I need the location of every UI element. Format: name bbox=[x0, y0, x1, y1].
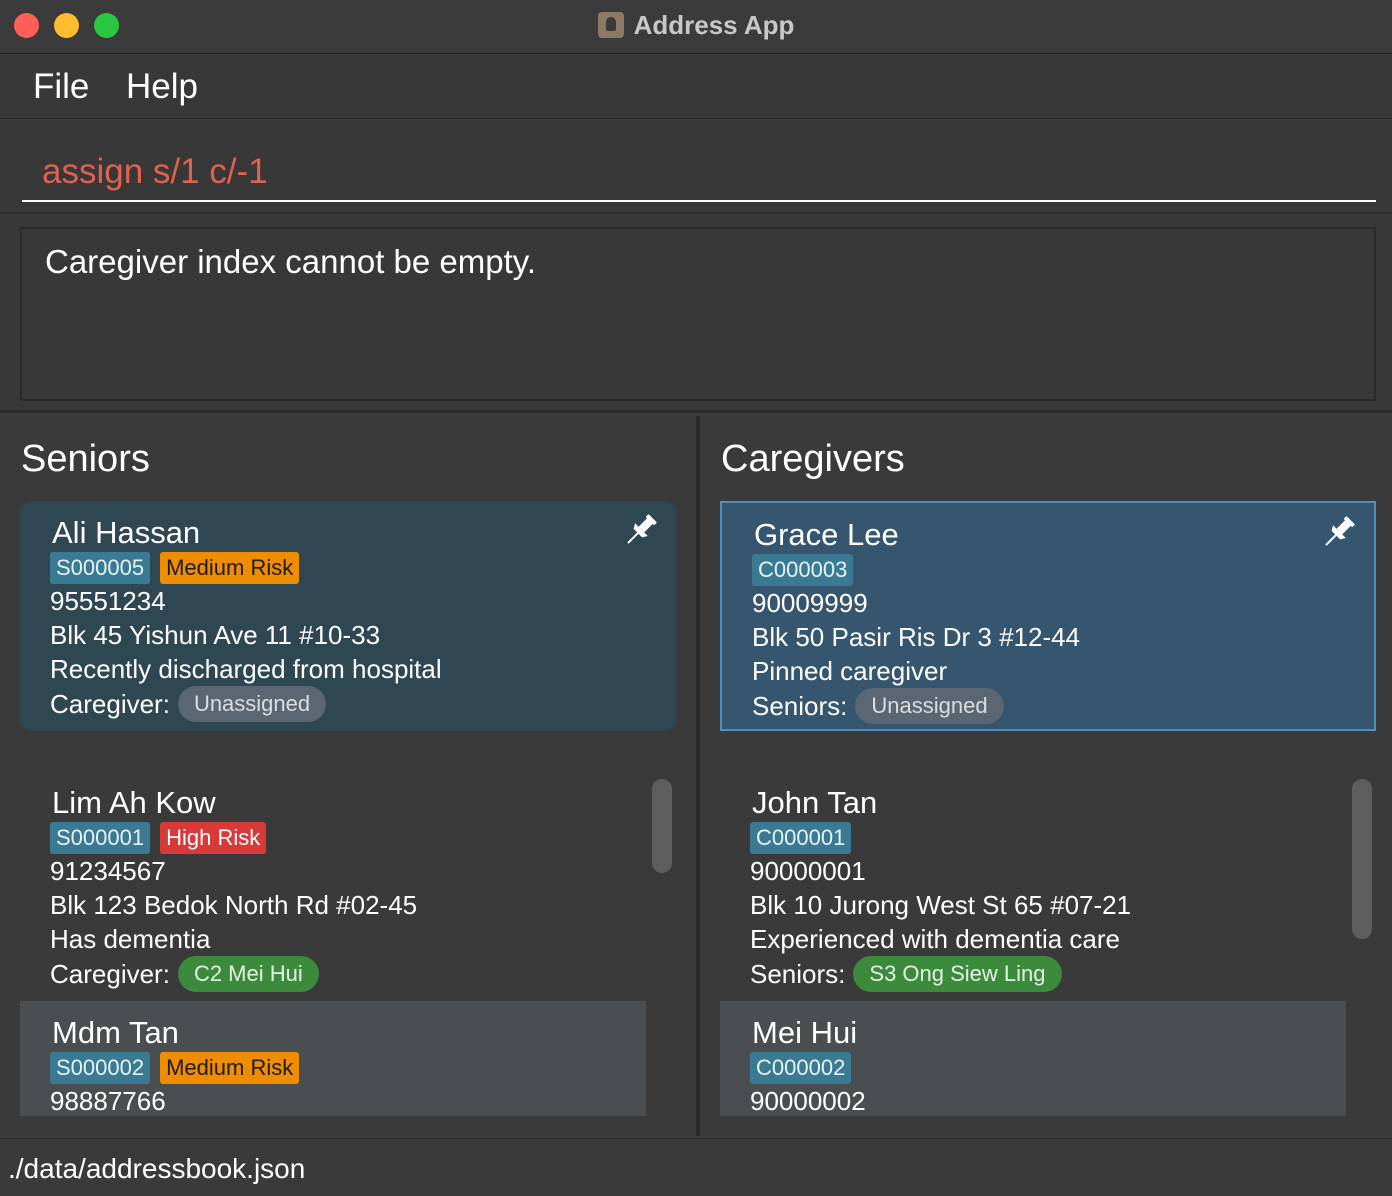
senior-phone: 91234567 bbox=[50, 856, 166, 886]
window-title: Address App bbox=[633, 10, 795, 40]
senior-id-tag: S000002 bbox=[50, 1052, 151, 1084]
risk-tag: Medium Risk bbox=[160, 1052, 300, 1084]
command-input[interactable] bbox=[22, 120, 1376, 202]
senior-name: Mdm Tan bbox=[52, 1015, 179, 1050]
caregiver-name: Mei Hui bbox=[752, 1015, 858, 1050]
result-display-area: Caregiver index cannot be empty. bbox=[0, 215, 1392, 413]
caregiver-id-tag: C000003 bbox=[752, 554, 854, 586]
senior-note: Recently discharged from hospital bbox=[50, 654, 442, 684]
caregiver-tags: C000002 bbox=[750, 1051, 861, 1084]
senior-id-tag: S000001 bbox=[50, 822, 151, 854]
senior-tags: S000002 Medium Risk bbox=[50, 1051, 309, 1084]
menu-help[interactable]: Help bbox=[126, 67, 198, 107]
caregiver-phone: 90009999 bbox=[752, 588, 868, 618]
seniors-label: Seniors: bbox=[750, 959, 846, 989]
caregiver-phone: 90000002 bbox=[750, 1086, 866, 1116]
caregiver-name: Grace Lee bbox=[754, 517, 899, 552]
senior-card[interactable]: Mdm Tan S000002 Medium Risk 98887766 bbox=[20, 1001, 646, 1116]
address-book-icon bbox=[597, 12, 624, 38]
senior-caregiver-row: Caregiver: Unassigned bbox=[50, 686, 327, 722]
pinned-senior-card[interactable]: Ali Hassan S000005 Medium Risk 95551234 B… bbox=[20, 501, 676, 731]
seniors-title: Seniors bbox=[21, 438, 150, 480]
caregivers-panel: Caregivers Grace Lee C000003 90009999 Bl… bbox=[700, 416, 1392, 1136]
caregiver-card[interactable]: Mei Hui C000002 90000002 bbox=[720, 1001, 1346, 1116]
senior-phone: 95551234 bbox=[50, 586, 166, 616]
caregiver-label: Caregiver: bbox=[50, 689, 170, 719]
command-box-area bbox=[0, 120, 1392, 214]
pin-icon[interactable] bbox=[620, 511, 660, 551]
caregiver-seniors-row: Seniors: Unassigned bbox=[752, 688, 1004, 724]
risk-tag: Medium Risk bbox=[160, 552, 300, 584]
senior-address: Blk 123 Bedok North Rd #02-45 bbox=[50, 890, 418, 920]
pinned-caregiver-card[interactable]: Grace Lee C000003 90009999 Blk 50 Pasir … bbox=[720, 501, 1376, 731]
caregiver-address: Blk 50 Pasir Ris Dr 3 #12-44 bbox=[752, 622, 1081, 652]
caregiver-tags: C000001 bbox=[750, 821, 861, 854]
result-message: Caregiver index cannot be empty. bbox=[45, 243, 536, 280]
senior-name: Ali Hassan bbox=[52, 515, 201, 550]
caregivers-title: Caregivers bbox=[721, 438, 905, 480]
seniors-label: Seniors: bbox=[752, 691, 848, 721]
senior-id-tag: S000005 bbox=[50, 552, 151, 584]
result-display: Caregiver index cannot be empty. bbox=[20, 227, 1376, 401]
caregiver-name: John Tan bbox=[752, 785, 878, 820]
seniors-pill: Unassigned bbox=[855, 688, 1004, 724]
senior-caregiver-row: Caregiver: C2 Mei Hui bbox=[50, 956, 319, 992]
caregivers-scrollbar[interactable] bbox=[1352, 779, 1372, 939]
caregiver-phone: 90000001 bbox=[750, 856, 866, 886]
caregiver-label: Caregiver: bbox=[50, 959, 170, 989]
caregiver-seniors-row: Seniors: S3 Ong Siew Ling bbox=[750, 956, 1062, 992]
caregiver-address: Blk 10 Jurong West St 65 #07-21 bbox=[750, 890, 1132, 920]
seniors-scrollbar[interactable] bbox=[652, 779, 672, 873]
senior-address: Blk 45 Yishun Ave 11 #10-33 bbox=[50, 620, 381, 650]
senior-name: Lim Ah Kow bbox=[52, 785, 216, 820]
seniors-panel: Seniors Ali Hassan S000005 Medium Risk 95… bbox=[0, 416, 696, 1136]
seniors-pill[interactable]: S3 Ong Siew Ling bbox=[853, 956, 1062, 992]
seniors-list[interactable]: Lim Ah Kow S000001 High Risk 91234567 Blk… bbox=[20, 771, 646, 1116]
menu-file[interactable]: File bbox=[33, 67, 89, 107]
caregiver-id-tag: C000002 bbox=[750, 1052, 852, 1084]
caregiver-pill[interactable]: C2 Mei Hui bbox=[177, 956, 319, 992]
risk-tag: High Risk bbox=[160, 822, 267, 854]
caregiver-id-tag: C000001 bbox=[750, 822, 852, 854]
status-bar: ./data/addressbook.json bbox=[0, 1138, 1392, 1196]
caregiver-pill: Unassigned bbox=[177, 686, 327, 722]
menu-bar: File Help bbox=[0, 55, 1392, 119]
title-bar: Address App bbox=[0, 0, 1392, 54]
caregivers-list[interactable]: John Tan C000001 90000001 Blk 10 Jurong … bbox=[720, 771, 1346, 1116]
pin-icon[interactable] bbox=[1318, 513, 1358, 553]
data-file-path: ./data/addressbook.json bbox=[8, 1153, 306, 1184]
window-title-container: Address App bbox=[0, 10, 1392, 41]
caregiver-note: Experienced with dementia care bbox=[750, 924, 1120, 954]
caregiver-tags: C000003 bbox=[752, 553, 863, 586]
caregiver-note: Pinned caregiver bbox=[752, 656, 948, 686]
senior-tags: S000001 High Risk bbox=[50, 821, 276, 854]
senior-note: Has dementia bbox=[50, 924, 211, 954]
caregiver-card[interactable]: John Tan C000001 90000001 Blk 10 Jurong … bbox=[720, 771, 1346, 1001]
senior-phone: 98887766 bbox=[50, 1086, 166, 1116]
senior-tags: S000005 Medium Risk bbox=[50, 551, 309, 584]
senior-card[interactable]: Lim Ah Kow S000001 High Risk 91234567 Blk… bbox=[20, 771, 646, 1001]
